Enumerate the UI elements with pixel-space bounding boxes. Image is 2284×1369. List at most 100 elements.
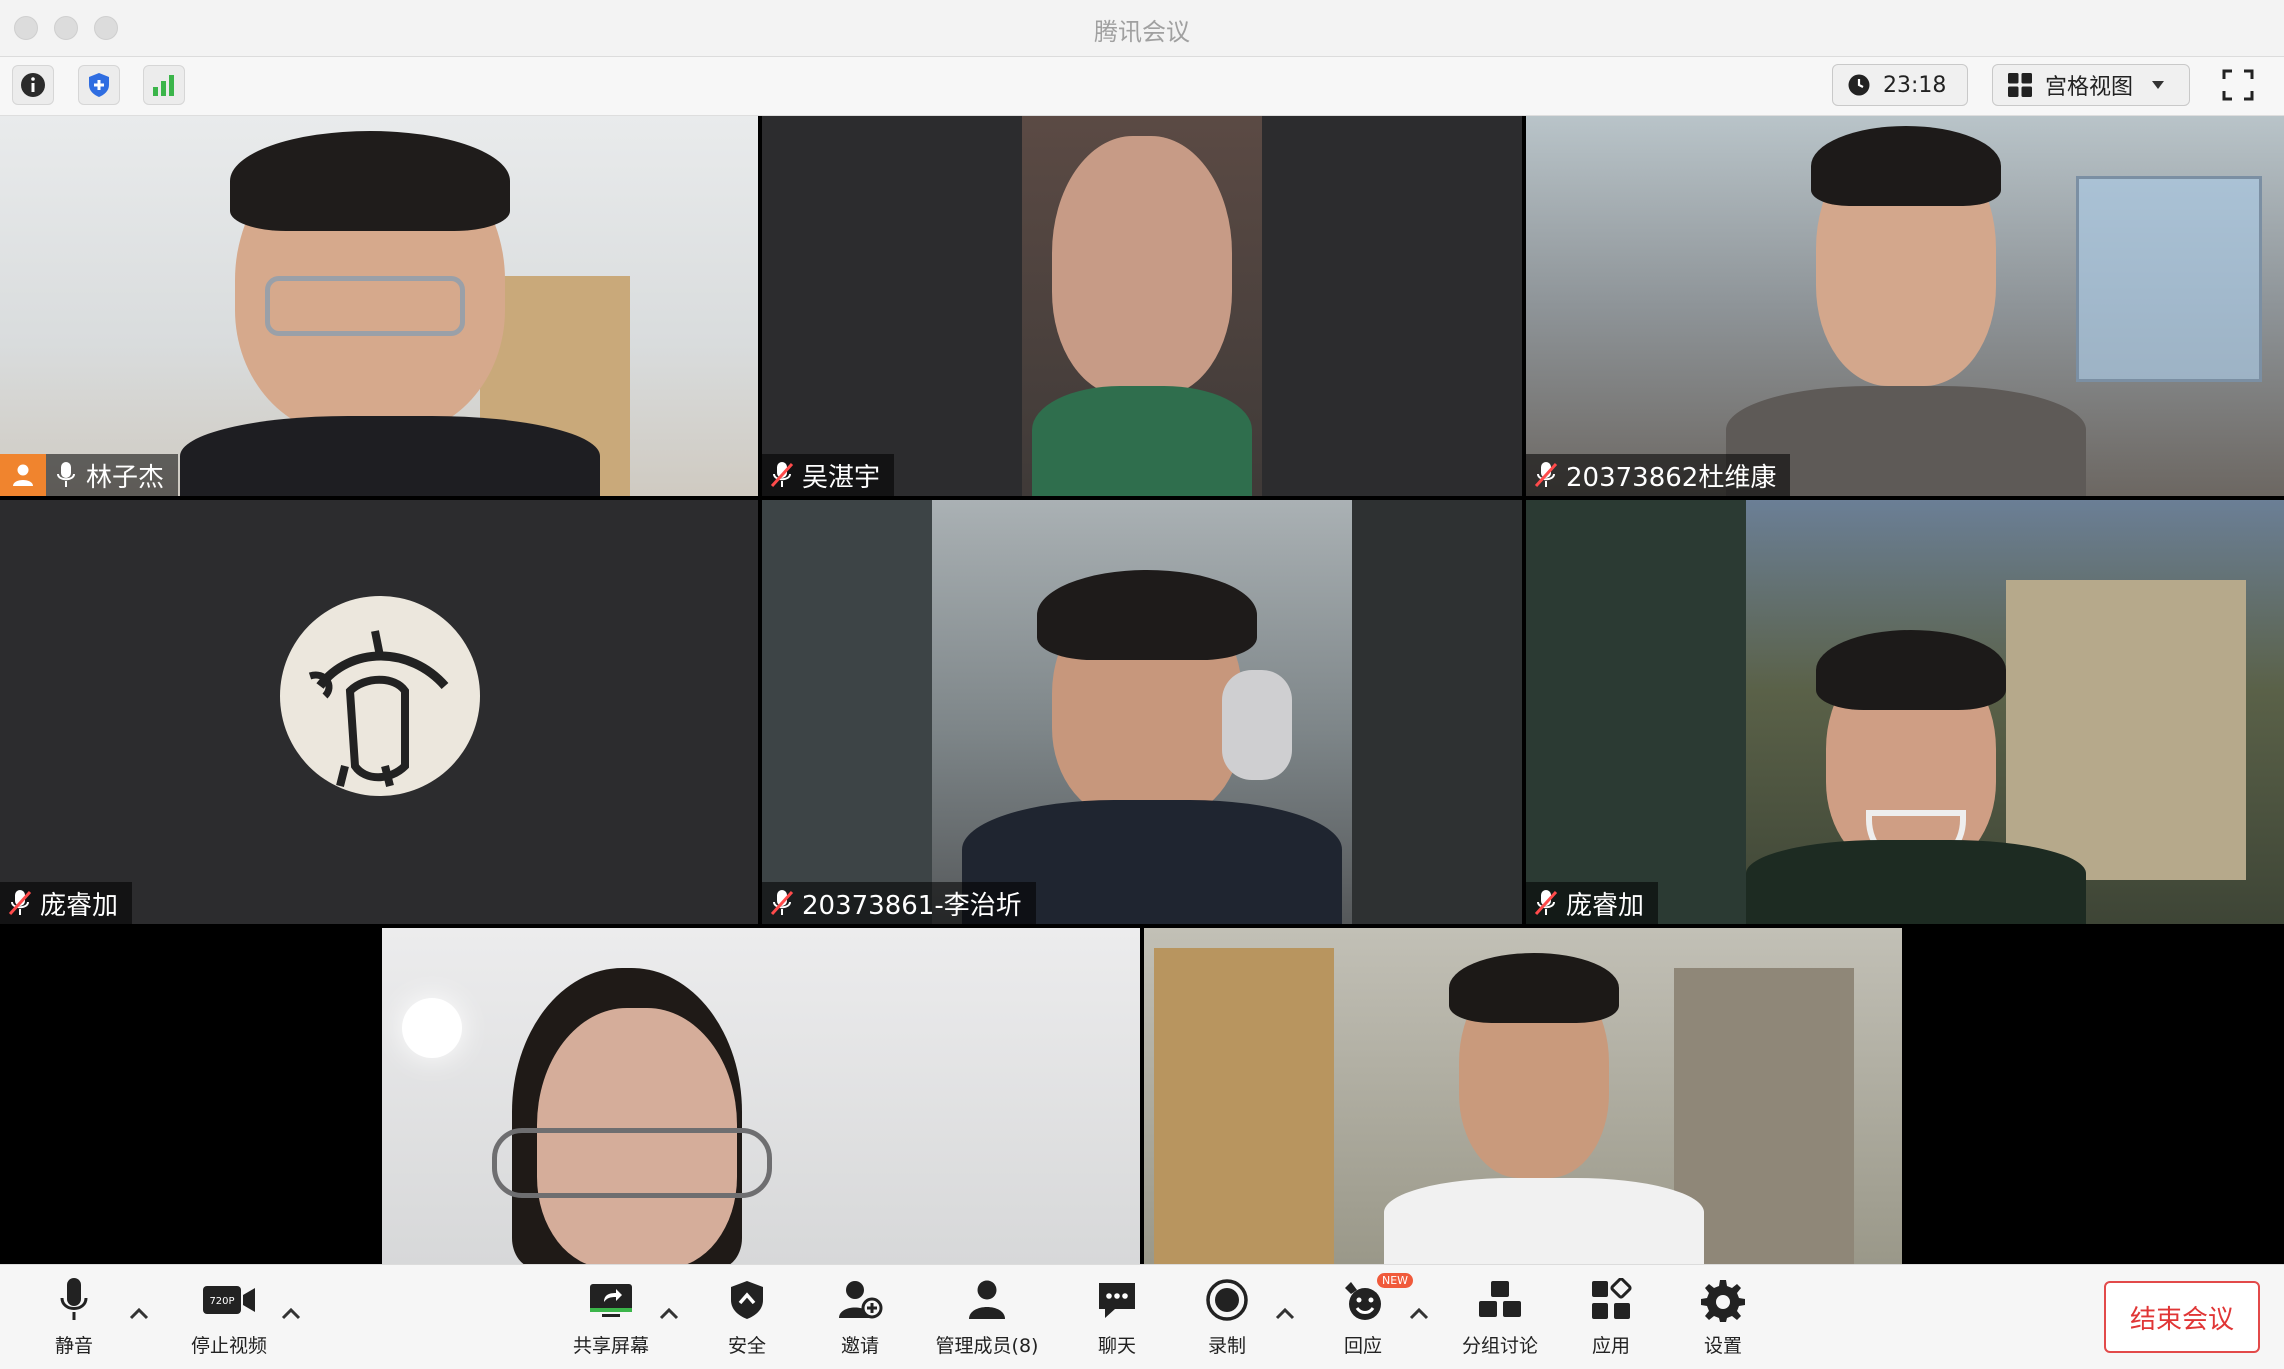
meeting-toolbar: 静音 720P 停止视频 共享屏幕 安全 邀请 管理成员(8) 聊天 录制 NE… xyxy=(0,1264,2284,1369)
mic-muted-icon xyxy=(1526,882,1566,924)
participant-hair xyxy=(1811,126,2001,206)
participant-body xyxy=(180,416,600,496)
mute-button[interactable]: 静音 xyxy=(44,1271,104,1363)
shelf-background xyxy=(2006,580,2246,880)
participant-name: 林子杰 xyxy=(86,462,165,493)
video-tile[interactable] xyxy=(1144,928,1902,1264)
security-status-button[interactable] xyxy=(78,65,120,105)
meeting-timer: 23:18 xyxy=(1832,64,1968,106)
mute-label: 静音 xyxy=(54,1335,93,1357)
mic-muted-icon xyxy=(1526,454,1566,496)
breakout-rooms-label: 分组讨论 xyxy=(1461,1335,1538,1357)
headphones xyxy=(1222,670,1292,780)
video-tile[interactable] xyxy=(382,928,1140,1264)
mic-on-icon xyxy=(46,454,86,496)
gear-icon xyxy=(1701,1280,1745,1322)
dropdown-triangle-icon xyxy=(2152,81,2165,89)
participant-glasses xyxy=(492,1128,772,1198)
add-person-icon xyxy=(839,1281,883,1319)
bunk-bed-background xyxy=(2076,176,2262,382)
video-tile[interactable]: 庞睿加 xyxy=(1526,500,2284,924)
security-label: 安全 xyxy=(727,1335,766,1357)
share-screen-label: 共享屏幕 xyxy=(572,1335,649,1357)
settings-label: 设置 xyxy=(1703,1335,1742,1357)
window-title: 腾讯会议 xyxy=(1094,18,1190,46)
audio-options-chevron-icon[interactable] xyxy=(128,1307,150,1321)
info-icon xyxy=(21,73,45,97)
participant-label: 庞睿加 xyxy=(1526,882,1659,924)
chat-button[interactable]: 聊天 xyxy=(1082,1271,1152,1363)
video-tile[interactable]: 20373862杜维康 xyxy=(1526,116,2284,496)
video-grid: 林子杰 吴湛宇 20373862杜维康 庞睿加 20373861-李治圻 庞睿加 xyxy=(0,116,2284,1264)
apps-button[interactable]: 应用 xyxy=(1578,1271,1644,1363)
video-quality-text: 720P xyxy=(209,1296,234,1307)
chat-label: 聊天 xyxy=(1097,1335,1136,1357)
manage-members-label: 管理成员(8) xyxy=(935,1335,1039,1357)
meeting-info-button[interactable] xyxy=(12,65,54,105)
record-options-chevron-icon[interactable] xyxy=(1274,1307,1296,1321)
video-tile[interactable]: 吴湛宇 xyxy=(762,116,1522,496)
chat-bubble-icon xyxy=(1099,1283,1135,1318)
new-feature-badge: NEW xyxy=(1377,1273,1414,1288)
avatar xyxy=(280,596,480,796)
microphone-icon xyxy=(60,1278,88,1320)
video-camera-icon: 720P xyxy=(203,1286,255,1314)
share-options-chevron-icon[interactable] xyxy=(658,1307,680,1321)
security-button[interactable]: 安全 xyxy=(712,1271,782,1363)
invite-button[interactable]: 邀请 xyxy=(822,1271,898,1363)
breakout-rooms-button[interactable]: 分组讨论 xyxy=(1458,1271,1542,1363)
dark-wall-background xyxy=(1352,500,1522,924)
clock-icon xyxy=(1848,74,1870,96)
meeting-topbar: 23:18 宫格视图 xyxy=(0,57,2284,116)
breakout-rooms-icon xyxy=(1479,1281,1521,1317)
grid-view-icon xyxy=(2008,73,2032,97)
participant-hair xyxy=(230,131,510,231)
participant-hair xyxy=(1449,953,1619,1023)
participant-label: 林子杰 xyxy=(0,454,179,496)
wardrobe-background xyxy=(1154,948,1334,1264)
participant-label: 吴湛宇 xyxy=(762,454,895,496)
participant-hair xyxy=(1037,570,1257,660)
fullscreen-button[interactable] xyxy=(2216,65,2260,105)
share-screen-button[interactable]: 共享屏幕 xyxy=(566,1271,656,1363)
video-tile[interactable]: 林子杰 xyxy=(0,116,758,496)
signal-bars-icon xyxy=(153,75,174,96)
hanging-clothes-background xyxy=(762,500,932,924)
settings-button[interactable]: 设置 xyxy=(1690,1271,1756,1363)
hanging-clothes-background xyxy=(1526,500,1746,924)
participant-glasses xyxy=(265,276,465,336)
fullscreen-icon xyxy=(2222,69,2254,101)
manage-members-button[interactable]: 管理成员(8) xyxy=(932,1271,1042,1363)
stop-video-button[interactable]: 720P 停止视频 xyxy=(182,1271,276,1363)
view-mode-dropdown[interactable]: 宫格视图 xyxy=(1992,64,2190,106)
participant-name: 庞睿加 xyxy=(40,890,119,921)
reactions-options-chevron-icon[interactable] xyxy=(1408,1307,1430,1321)
window-titlebar: 腾讯会议 xyxy=(0,0,2284,57)
shield-icon xyxy=(89,73,109,97)
reactions-button[interactable]: NEW 回应 xyxy=(1330,1271,1414,1363)
video-options-chevron-icon[interactable] xyxy=(280,1307,302,1321)
invite-label: 邀请 xyxy=(840,1335,879,1357)
participant-label: 20373861-李治圻 xyxy=(762,882,1036,924)
timer-text: 23:18 xyxy=(1883,72,1947,98)
end-meeting-button[interactable]: 结束会议 xyxy=(2104,1281,2260,1353)
participant-body xyxy=(1746,840,2086,924)
host-person-icon xyxy=(13,464,33,486)
apps-grid-icon xyxy=(1592,1278,1632,1319)
video-tile[interactable]: 庞睿加 xyxy=(0,500,758,924)
participant-body xyxy=(1384,1178,1704,1264)
record-label: 录制 xyxy=(1207,1335,1246,1357)
mic-muted-icon xyxy=(762,454,802,496)
apps-label: 应用 xyxy=(1591,1335,1630,1357)
view-mode-label: 宫格视图 xyxy=(2045,75,2134,100)
participant-body xyxy=(1032,386,1252,496)
record-button[interactable]: 录制 xyxy=(1196,1271,1258,1363)
participant-name: 吴湛宇 xyxy=(802,462,881,493)
network-status-button[interactable] xyxy=(143,65,185,105)
participant-label: 庞睿加 xyxy=(0,882,133,924)
participant-face xyxy=(1052,136,1232,396)
participant-hair xyxy=(1816,630,2006,710)
share-screen-icon xyxy=(590,1284,632,1317)
video-tile[interactable]: 20373861-李治圻 xyxy=(762,500,1522,924)
stop-video-label: 停止视频 xyxy=(190,1335,267,1357)
